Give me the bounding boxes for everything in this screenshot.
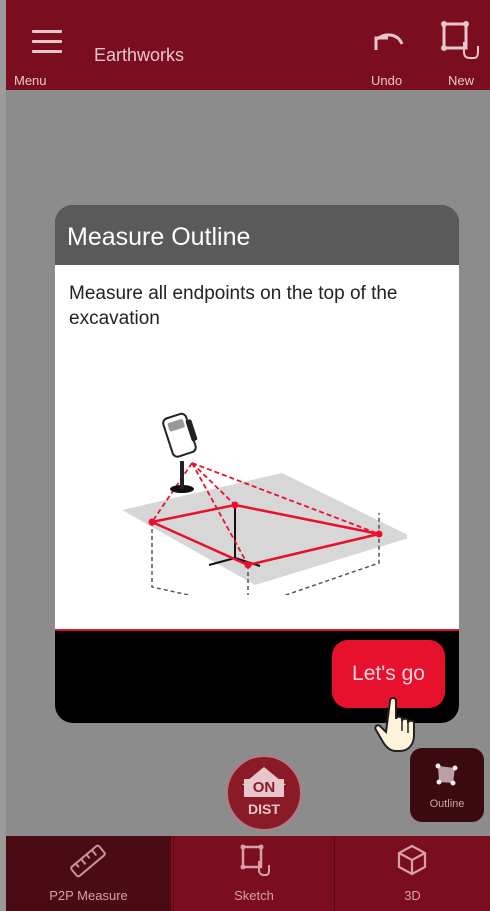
on-dist-button[interactable]: ON DIST <box>226 755 302 831</box>
ruler-icon <box>70 844 106 878</box>
new-sketch-icon <box>441 21 479 59</box>
hamburger-icon <box>32 30 62 60</box>
on-label: ON <box>252 779 276 796</box>
new-label: New <box>448 73 475 88</box>
undo-label: Undo <box>371 73 403 88</box>
outline-button[interactable]: Outline <box>410 748 484 822</box>
top-bar: Menu Earthworks Undo New <box>6 0 490 90</box>
tab-sketch[interactable]: Sketch <box>173 836 335 911</box>
cube-icon <box>397 844 427 876</box>
app-title: Earthworks <box>94 45 185 65</box>
outline-icon <box>435 763 458 786</box>
new-button[interactable]: New <box>432 18 484 90</box>
tab-p2p-label: P2P Measure <box>49 888 128 903</box>
dialog-instructions: Measure all endpoints on the top of the … <box>69 283 398 329</box>
measure-outline-dialog: Measure Outline Measure all endpoints on… <box>55 205 459 723</box>
tab-p2p-measure[interactable]: P2P Measure <box>6 836 171 911</box>
tab-3d[interactable]: 3D <box>335 836 490 911</box>
sketch-icon <box>240 844 270 876</box>
dist-label: DIST <box>248 801 280 817</box>
excavation-illustration <box>122 412 407 595</box>
dialog-title: Measure Outline <box>55 205 459 265</box>
tab-sketch-label: Sketch <box>234 888 274 903</box>
outline-label: Outline <box>429 798 465 810</box>
app-frame: Menu Earthworks Undo New Measure Outline <box>6 0 490 911</box>
bottom-nav: P2P Measure Sketch 3D <box>6 836 490 911</box>
menu-label: Menu <box>14 73 47 88</box>
tab-3d-label: 3D <box>404 888 421 903</box>
undo-icon <box>374 33 404 50</box>
dialog-body: Measure all endpoints on the top of the … <box>55 265 459 631</box>
tap-hand-icon <box>374 697 415 752</box>
undo-button[interactable]: Undo <box>366 18 416 90</box>
menu-button[interactable]: Menu <box>14 18 72 90</box>
